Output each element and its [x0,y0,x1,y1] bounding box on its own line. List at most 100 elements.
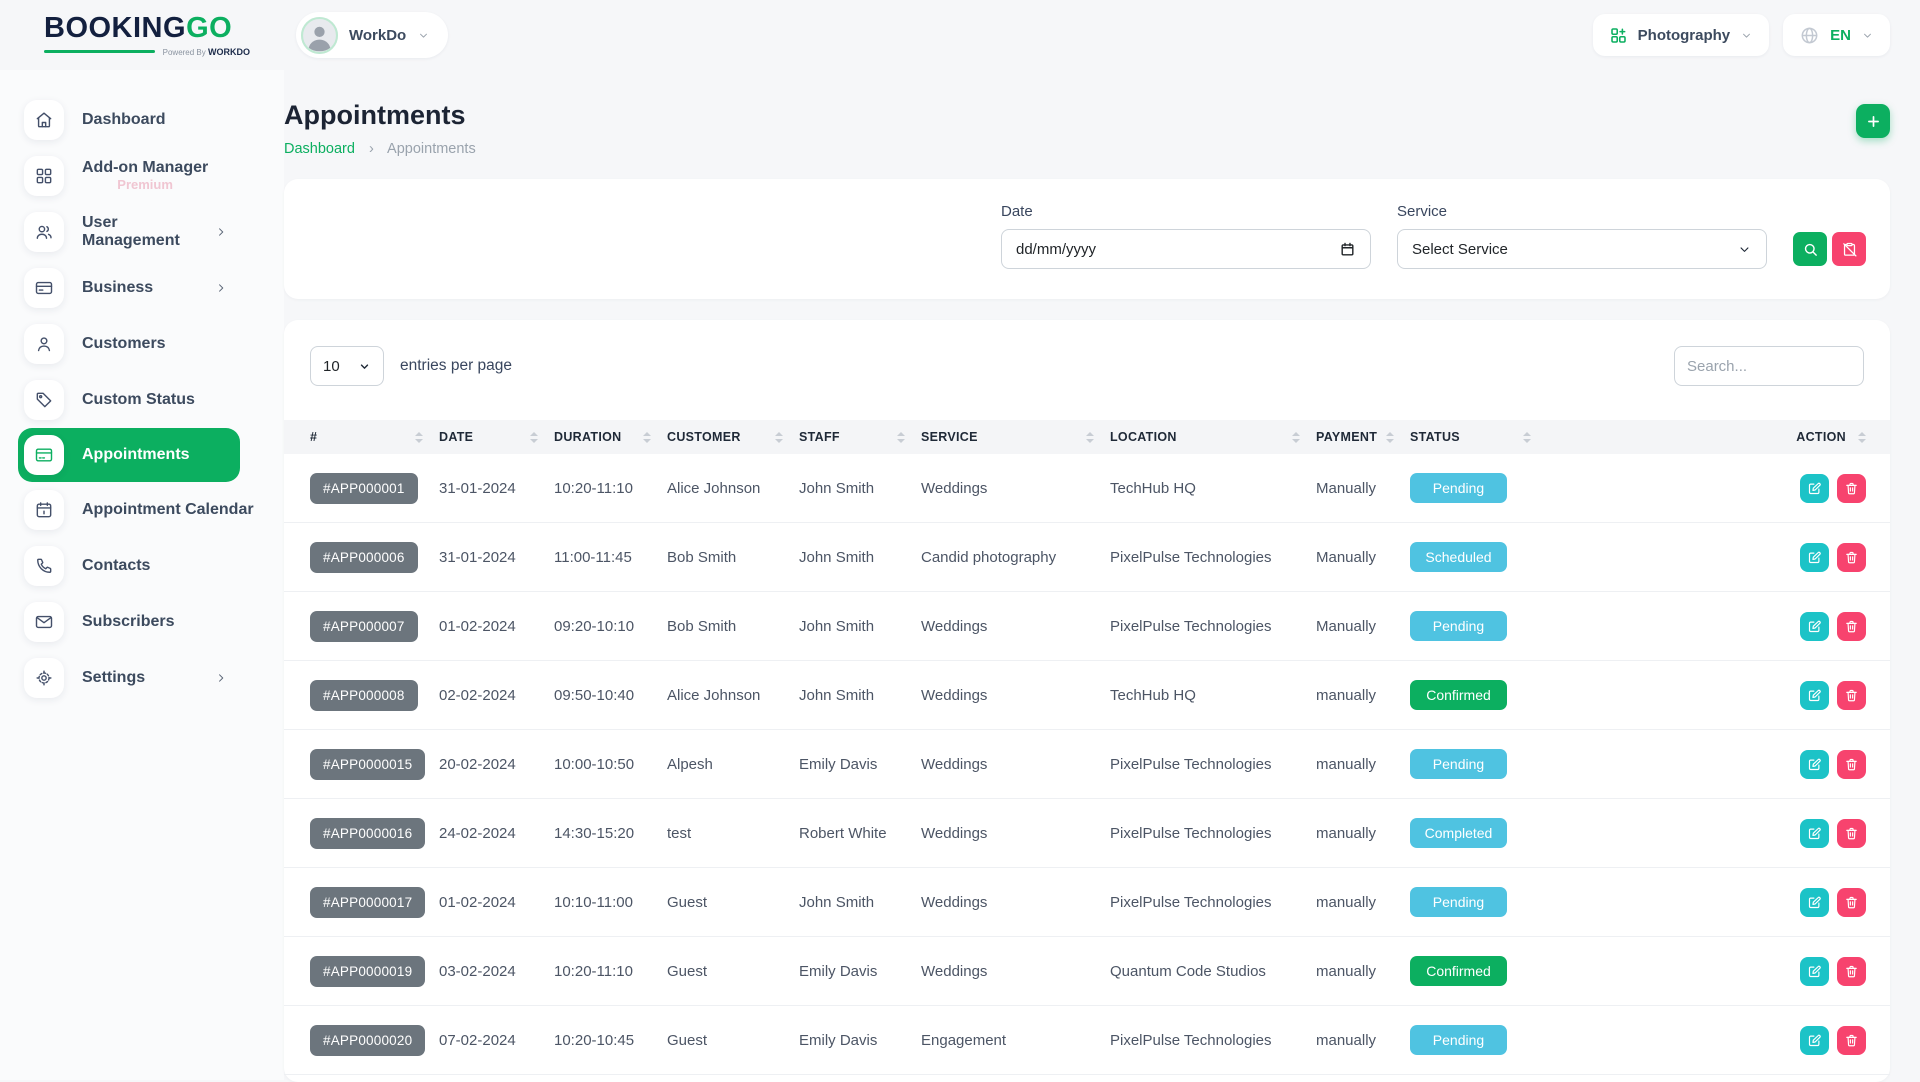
cell-actions [1547,1026,1890,1055]
sidebar-item-contacts[interactable]: Contacts [24,538,284,594]
delete-appointment-button[interactable] [1837,612,1866,641]
cell-status: Pending [1410,749,1547,779]
column-header-staff[interactable]: STAFF [799,430,921,444]
table-search-input[interactable] [1674,346,1864,386]
cell-customer: Bob Smith [667,549,799,566]
sidebar-item-business[interactable]: Business [24,260,284,316]
entries-per-page-label: entries per page [400,357,512,375]
column-header-duration[interactable]: DURATION [554,430,667,444]
column-header-label: STATUS [1410,430,1460,444]
date-filter-input[interactable]: dd/mm/yyyy [1001,229,1371,269]
cell-date: 01-02-2024 [439,618,554,635]
cell-staff: John Smith [799,687,921,704]
user-icon [24,324,64,364]
column-header-location[interactable]: LOCATION [1110,430,1316,444]
cell-customer: Alice Johnson [667,480,799,497]
delete-appointment-button[interactable] [1837,474,1866,503]
appointment-id-badge: #APP000008 [310,680,418,711]
breadcrumb: Dashboard › Appointments [284,141,476,157]
cell-date: 31-01-2024 [439,549,554,566]
status-badge: Pending [1410,749,1507,779]
edit-appointment-button[interactable] [1800,612,1829,641]
filter-reset-button[interactable] [1832,232,1866,266]
status-badge: Pending [1410,473,1507,503]
cell-date: 07-02-2024 [439,1032,554,1049]
search-icon [1802,241,1819,258]
delete-appointment-button[interactable] [1837,1026,1866,1055]
language-selector[interactable]: EN [1783,14,1890,56]
add-appointment-button[interactable] [1856,104,1890,138]
delete-appointment-button[interactable] [1837,750,1866,779]
sidebar-item-appointment-calendar[interactable]: Appointment Calendar [24,482,284,538]
cell-id: #APP0000017 [284,887,439,918]
edit-appointment-button[interactable] [1800,1026,1829,1055]
cell-actions [1547,888,1890,917]
edit-appointment-button[interactable] [1800,681,1829,710]
column-header-date[interactable]: DATE [439,430,554,444]
cell-customer: Alice Johnson [667,687,799,704]
delete-appointment-button[interactable] [1837,681,1866,710]
breadcrumb-dashboard-link[interactable]: Dashboard [284,141,355,157]
column-header-action[interactable]: ACTION [1547,430,1890,444]
sidebar-item-label: Customers [82,335,166,352]
cell-service: Weddings [921,756,1110,773]
cell-payment: manually [1316,825,1410,842]
sidebar-item-user-management[interactable]: User Management [24,204,284,260]
column-header-id[interactable]: # [284,430,439,444]
sidebar-item-appointments[interactable]: Appointments [18,428,240,482]
delete-appointment-button[interactable] [1837,543,1866,572]
sidebar-item-settings[interactable]: Settings [24,650,284,706]
cell-date: 01-02-2024 [439,894,554,911]
edit-appointment-button[interactable] [1800,750,1829,779]
edit-appointment-button[interactable] [1800,474,1829,503]
status-badge: Pending [1410,1025,1507,1055]
cell-service: Candid photography [921,549,1110,566]
sidebar-item-subscribers[interactable]: Subscribers [24,594,284,650]
cell-actions [1547,819,1890,848]
column-header-status[interactable]: STATUS [1410,430,1547,444]
sidebar-item-add-on-manager[interactable]: Add-on ManagerPremium [24,148,284,204]
date-filter-label: Date [1001,203,1371,220]
cell-staff: John Smith [799,480,921,497]
column-header-service[interactable]: SERVICE [921,430,1110,444]
filter-search-button[interactable] [1793,232,1827,266]
column-header-customer[interactable]: CUSTOMER [667,430,799,444]
delete-appointment-button[interactable] [1837,888,1866,917]
cell-actions [1547,957,1890,986]
appointment-id-badge: #APP0000019 [310,956,425,987]
cell-location: PixelPulse Technologies [1110,618,1316,635]
sidebar-item-dashboard[interactable]: Dashboard [24,92,284,148]
cell-date: 31-01-2024 [439,480,554,497]
edit-appointment-button[interactable] [1800,957,1829,986]
workspace-selector[interactable]: WorkDo [296,12,448,58]
edit-appointment-button[interactable] [1800,819,1829,848]
cell-payment: manually [1316,756,1410,773]
status-badge: Scheduled [1410,542,1507,572]
sidebar-item-customers[interactable]: Customers [24,316,284,372]
language-label: EN [1830,27,1851,44]
cell-status: Pending [1410,611,1547,641]
card-icon [24,435,64,475]
column-header-payment[interactable]: PAYMENT [1316,430,1410,444]
main-content: Appointments Dashboard › Appointments Da… [284,70,1920,1080]
cell-payment: Manually [1316,549,1410,566]
sidebar-item-custom-status[interactable]: Custom Status [24,372,284,428]
phone-icon [24,546,64,586]
cell-id: #APP000006 [284,542,439,573]
edit-appointment-button[interactable] [1800,543,1829,572]
sort-arrows-icon [1523,432,1531,443]
sort-arrows-icon [530,432,538,443]
category-selector[interactable]: Photography [1593,14,1770,56]
breadcrumb-current: Appointments [387,141,476,157]
service-filter-select[interactable]: Select Service [1397,229,1767,269]
sidebar: DashboardAdd-on ManagerPremiumUser Manag… [0,70,284,1080]
topbar-right: Photography EN [1593,14,1920,56]
page-size-select[interactable]: 10 [310,346,384,386]
delete-appointment-button[interactable] [1837,957,1866,986]
column-header-label: DATE [439,430,473,444]
edit-appointment-button[interactable] [1800,888,1829,917]
chevron-down-icon [1740,29,1753,42]
delete-appointment-button[interactable] [1837,819,1866,848]
cell-service: Weddings [921,963,1110,980]
users-icon [24,212,64,252]
